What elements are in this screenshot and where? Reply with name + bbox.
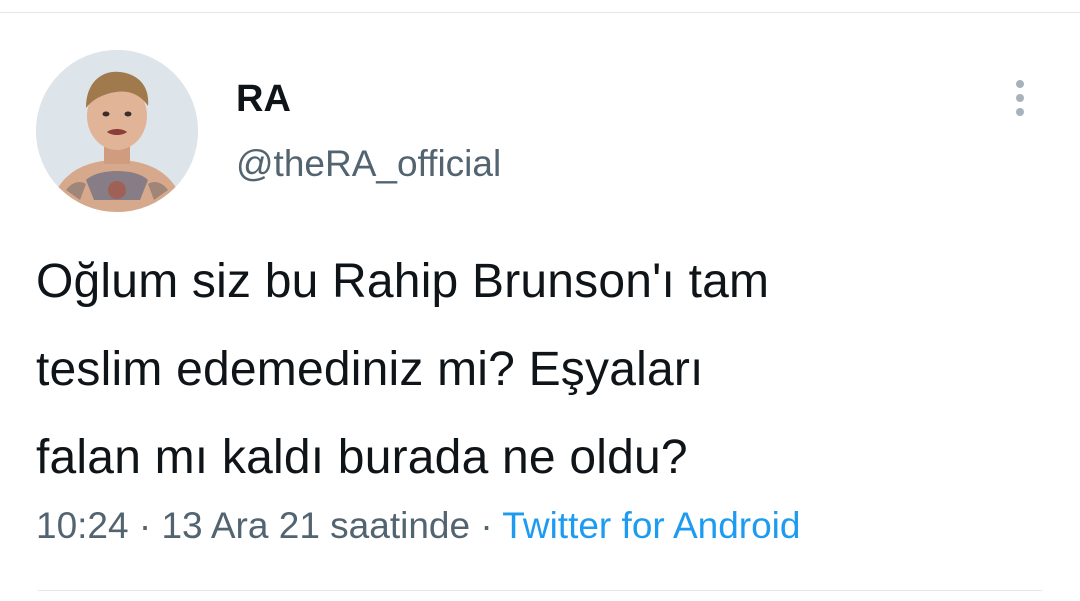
more-vertical-icon xyxy=(1016,80,1024,116)
tweet-text: Oğlum siz bu Rahip Brunson'ı tam teslim … xyxy=(36,238,1046,502)
tweet-text-line: teslim edemediniz mi? Eşyaları xyxy=(36,343,704,396)
tweet-meta: 10:24 · 13 Ara 21 saatinde · Twitter for… xyxy=(36,503,800,549)
meta-separator: · xyxy=(138,505,152,546)
avatar-image xyxy=(36,50,198,212)
tweet-text-line: Oğlum siz bu Rahip Brunson'ı tam xyxy=(36,255,770,308)
more-options-button[interactable] xyxy=(1000,76,1040,120)
tweet-text-line: falan mı kaldı burada ne oldu? xyxy=(36,431,688,484)
author-display-name[interactable]: RA xyxy=(236,76,291,122)
tweet-source-link[interactable]: Twitter for Android xyxy=(502,505,800,546)
meta-separator: · xyxy=(480,505,493,546)
avatar[interactable] xyxy=(36,50,198,212)
author-handle[interactable]: @theRA_official xyxy=(236,141,501,187)
tweet-date[interactable]: 13 Ara 21 saatinde xyxy=(161,505,470,546)
top-divider xyxy=(0,12,1080,13)
tweet-time[interactable]: 10:24 xyxy=(36,505,129,546)
bottom-divider xyxy=(38,590,1042,591)
